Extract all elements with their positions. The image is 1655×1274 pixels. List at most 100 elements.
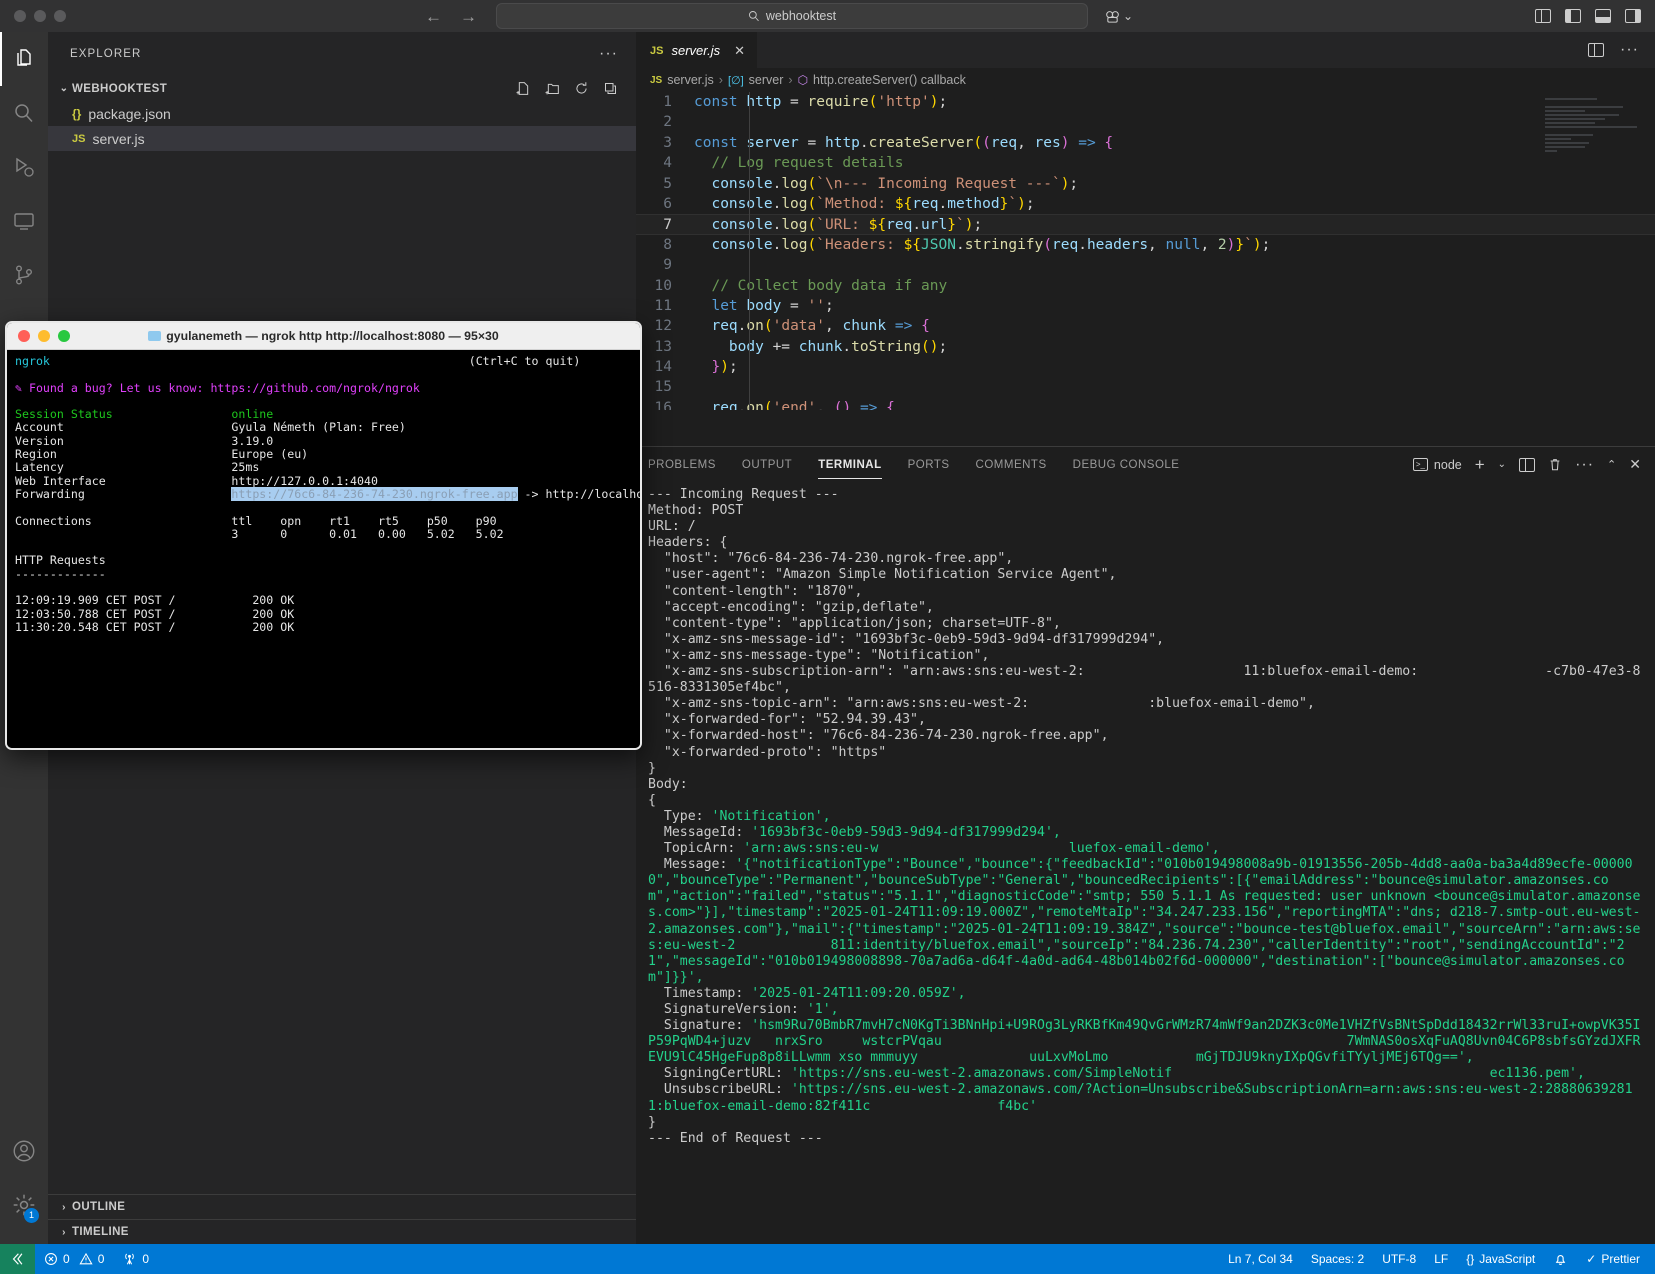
terminal-output[interactable]: --- Incoming Request --- Method: POST UR…: [648, 487, 1645, 1244]
minimap[interactable]: [1545, 96, 1645, 216]
code-editor[interactable]: 1const http = require('http');2 3const s…: [636, 92, 1655, 410]
new-folder-icon[interactable]: [545, 81, 560, 96]
more-actions-icon[interactable]: ···: [1575, 456, 1594, 474]
code-line[interactable]: 8 console.log(`Headers: ${JSON.stringify…: [636, 235, 1655, 255]
split-terminal-icon[interactable]: [1519, 458, 1535, 472]
panel-tab-problems[interactable]: PROBLEMS: [648, 450, 716, 479]
remote-explorer-icon: [12, 209, 36, 233]
breadcrumb-item-file[interactable]: server.js: [667, 73, 714, 87]
terminal-dropdown-icon[interactable]: ⌄: [1498, 459, 1506, 470]
breadcrumb-item-symbol[interactable]: server: [749, 73, 784, 87]
window-traffic-lights[interactable]: [0, 10, 66, 22]
code-line[interactable]: 7 console.log(`URL: ${req.url}`);: [636, 214, 1655, 234]
layout-controls[interactable]: [1535, 9, 1641, 23]
new-terminal-icon[interactable]: +: [1475, 455, 1485, 475]
json-file-icon: {}: [72, 107, 81, 121]
activity-item-accounts[interactable]: [0, 1124, 48, 1178]
code-line[interactable]: 5 console.log(`\n--- Incoming Request --…: [636, 174, 1655, 194]
activity-item-source-control[interactable]: [0, 248, 48, 302]
collapse-all-icon[interactable]: [603, 81, 618, 96]
close-window-button[interactable]: [14, 10, 26, 22]
status-prettier[interactable]: ✓ Prettier: [1577, 1244, 1649, 1274]
command-center-search[interactable]: webhooktest: [496, 3, 1088, 29]
file-item-package-json[interactable]: {} package.json: [48, 101, 636, 126]
status-remote-host[interactable]: [0, 1244, 35, 1274]
folder-actions[interactable]: [516, 81, 636, 96]
status-indentation[interactable]: Spaces: 2: [1302, 1244, 1373, 1274]
status-notifications[interactable]: [1544, 1244, 1577, 1274]
split-editor-icon[interactable]: [1588, 43, 1604, 57]
more-actions-icon[interactable]: ···: [1620, 41, 1639, 59]
chevron-right-icon[interactable]: ›: [56, 1227, 72, 1238]
panel-tab-terminal[interactable]: TERMINAL: [818, 450, 881, 479]
status-language-mode[interactable]: {} JavaScript: [1457, 1244, 1544, 1274]
toggle-panel-icon[interactable]: [1595, 9, 1611, 23]
code-line[interactable]: 4 // Log request details: [636, 153, 1655, 173]
active-terminal-chip[interactable]: >_ node: [1413, 458, 1462, 472]
toggle-primary-sidebar-icon[interactable]: [1565, 9, 1581, 23]
ngrok-terminal-window[interactable]: gyulanemeth — ngrok http http://localhos…: [5, 321, 642, 750]
close-icon[interactable]: ✕: [734, 43, 745, 59]
js-file-icon: JS: [650, 75, 662, 86]
go-back-icon[interactable]: ←: [425, 8, 442, 25]
maximize-window-button[interactable]: [54, 10, 66, 22]
code-line[interactable]: 10 // Collect body data if any: [636, 276, 1655, 296]
activity-item-settings[interactable]: 1: [0, 1178, 48, 1232]
customize-layout-icon[interactable]: [1535, 9, 1551, 23]
activity-item-explorer[interactable]: [0, 32, 48, 86]
panel-tab-comments[interactable]: COMMENTS: [976, 450, 1047, 479]
panel-tab-list[interactable]: PROBLEMS OUTPUT TERMINAL PORTS COMMENTS DEBUG…: [636, 447, 1655, 482]
code-text: req.on('data', chunk => {: [694, 316, 930, 336]
folder-section-header[interactable]: ⌄ WEBHOOKTEST: [48, 76, 636, 101]
chevron-right-icon[interactable]: ›: [56, 1202, 72, 1213]
code-line[interactable]: 2: [636, 112, 1655, 132]
status-problems[interactable]: 0 0: [35, 1244, 113, 1274]
code-text: // Collect body data if any: [694, 276, 947, 296]
tab-server-js[interactable]: JS server.js ✕: [636, 32, 757, 68]
go-forward-icon[interactable]: →: [460, 8, 477, 25]
code-line[interactable]: 15: [636, 377, 1655, 397]
refresh-icon[interactable]: [574, 81, 589, 96]
file-item-server-js[interactable]: JS server.js: [48, 126, 636, 151]
code-line[interactable]: 3const server = http.createServer((req, …: [636, 133, 1655, 153]
line-number: 1: [636, 92, 694, 112]
code-line[interactable]: 11 let body = '';: [636, 296, 1655, 316]
close-panel-icon[interactable]: ✕: [1629, 456, 1641, 473]
warning-count: 0: [98, 1252, 105, 1266]
status-encoding[interactable]: UTF-8: [1373, 1244, 1425, 1274]
activity-item-run-and-debug[interactable]: [0, 140, 48, 194]
panel-tab-debug-console[interactable]: DEBUG CONSOLE: [1073, 450, 1180, 479]
editor-actions[interactable]: ···: [1588, 32, 1655, 68]
maximize-panel-icon[interactable]: ⌃: [1607, 458, 1616, 471]
warning-icon: [79, 1252, 93, 1266]
line-number: 8: [636, 235, 694, 255]
status-cursor-position[interactable]: Ln 7, Col 34: [1219, 1244, 1302, 1274]
breadcrumb-item-function[interactable]: http.createServer() callback: [813, 73, 966, 87]
sidebar-section-timeline[interactable]: › TIMELINE: [48, 1219, 636, 1244]
status-eol[interactable]: LF: [1425, 1244, 1457, 1274]
new-file-icon[interactable]: [516, 81, 531, 96]
minimize-window-button[interactable]: [34, 10, 46, 22]
code-line[interactable]: 12 req.on('data', chunk => {: [636, 316, 1655, 336]
sidebar-section-outline[interactable]: › OUTLINE: [48, 1194, 636, 1219]
files-icon: [12, 47, 36, 71]
status-ports[interactable]: 0: [113, 1244, 158, 1274]
code-line[interactable]: 16 req.on('end', () => {: [636, 398, 1655, 410]
code-line[interactable]: 13 body += chunk.toString();: [636, 337, 1655, 357]
code-line[interactable]: 14 });: [636, 357, 1655, 377]
panel-actions[interactable]: >_ node + ⌄ ··· ⌃ ✕: [1413, 455, 1655, 475]
chevron-down-icon[interactable]: ⌄: [56, 83, 72, 94]
code-line[interactable]: 9: [636, 255, 1655, 275]
chevron-down-icon[interactable]: ⌄: [1123, 9, 1133, 23]
code-line[interactable]: 6 console.log(`Method: ${req.method}`);: [636, 194, 1655, 214]
toggle-secondary-sidebar-icon[interactable]: [1625, 9, 1641, 23]
panel-tab-output[interactable]: OUTPUT: [742, 450, 792, 479]
activity-item-search[interactable]: [0, 86, 48, 140]
remote-account-chip[interactable]: ⌄: [1105, 9, 1133, 24]
activity-item-remote-explorer[interactable]: [0, 194, 48, 248]
navigation-arrows[interactable]: ← →: [425, 8, 477, 25]
code-line[interactable]: 1const http = require('http');: [636, 92, 1655, 112]
sidebar-more-actions[interactable]: ···: [599, 45, 618, 63]
panel-tab-ports[interactable]: PORTS: [908, 450, 950, 479]
kill-terminal-icon[interactable]: [1548, 457, 1562, 472]
